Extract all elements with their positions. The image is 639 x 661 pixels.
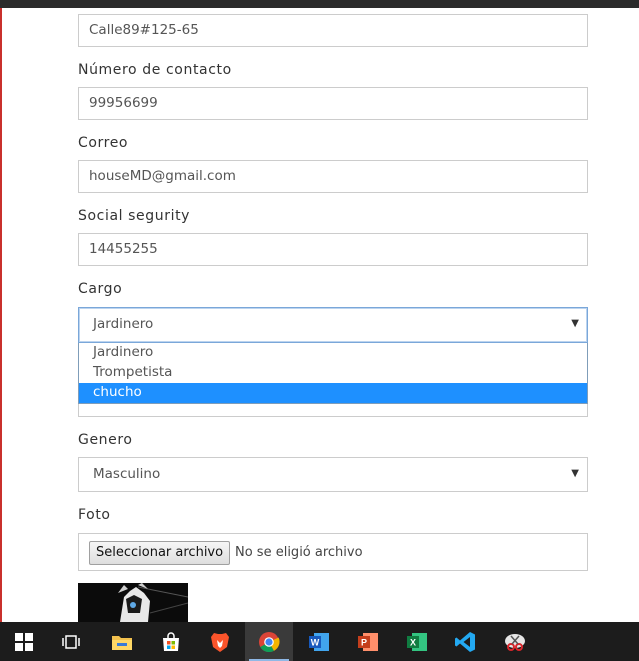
svg-text:P: P bbox=[361, 637, 367, 647]
word-icon[interactable]: W bbox=[295, 622, 343, 661]
brave-browser-icon[interactable] bbox=[196, 622, 244, 661]
genero-label: Genero bbox=[78, 432, 133, 448]
cargo-label: Cargo bbox=[78, 281, 123, 297]
genero-select[interactable]: Masculino ▼ bbox=[78, 457, 588, 492]
file-explorer-icon[interactable] bbox=[98, 622, 146, 661]
cargo-option-chucho[interactable]: chucho bbox=[79, 383, 587, 403]
cargo-select[interactable]: Jardinero ▼ bbox=[78, 307, 588, 343]
social-security-label: Social segurity bbox=[78, 208, 191, 224]
microsoft-store-icon[interactable] bbox=[147, 622, 195, 661]
task-view-icon[interactable] bbox=[48, 622, 96, 661]
page-left-border bbox=[0, 8, 2, 622]
svg-text:W: W bbox=[311, 637, 320, 647]
choose-file-button[interactable]: Seleccionar archivo bbox=[89, 541, 231, 565]
excel-icon[interactable]: X bbox=[393, 622, 441, 661]
visual-studio-code-icon[interactable] bbox=[441, 622, 489, 661]
snipping-tool-icon[interactable] bbox=[491, 622, 539, 661]
email-input[interactable]: houseMD@gmail.com bbox=[78, 160, 588, 193]
chevron-down-icon: ▼ bbox=[571, 318, 579, 329]
address-input[interactable]: Calle89#125-65 bbox=[78, 14, 588, 47]
photo-preview bbox=[78, 583, 188, 622]
contact-label: Número de contacto bbox=[78, 62, 232, 78]
hidden-field-behind-dropdown bbox=[78, 403, 588, 417]
social-security-input[interactable]: 14455255 bbox=[78, 233, 588, 266]
cargo-option-trompetista[interactable]: Trompetista bbox=[79, 363, 587, 383]
contact-input[interactable]: 99956699 bbox=[78, 87, 588, 120]
windows-taskbar: W P X bbox=[0, 622, 639, 661]
windows-start-icon[interactable] bbox=[0, 622, 48, 661]
chrome-icon[interactable] bbox=[245, 622, 293, 661]
chevron-down-icon: ▼ bbox=[571, 468, 579, 479]
file-status-text: No se eligió archivo bbox=[235, 545, 363, 560]
photo-file-input[interactable]: Seleccionar archivo No se eligió archivo bbox=[78, 533, 588, 571]
cargo-dropdown-list[interactable]: Jardinero Trompetista chucho bbox=[78, 343, 588, 404]
email-label: Correo bbox=[78, 135, 129, 151]
powerpoint-icon[interactable]: P bbox=[344, 622, 392, 661]
svg-text:X: X bbox=[410, 637, 416, 647]
browser-top-edge bbox=[0, 0, 639, 8]
cargo-option-jardinero[interactable]: Jardinero bbox=[79, 343, 587, 363]
foto-label: Foto bbox=[78, 507, 111, 523]
